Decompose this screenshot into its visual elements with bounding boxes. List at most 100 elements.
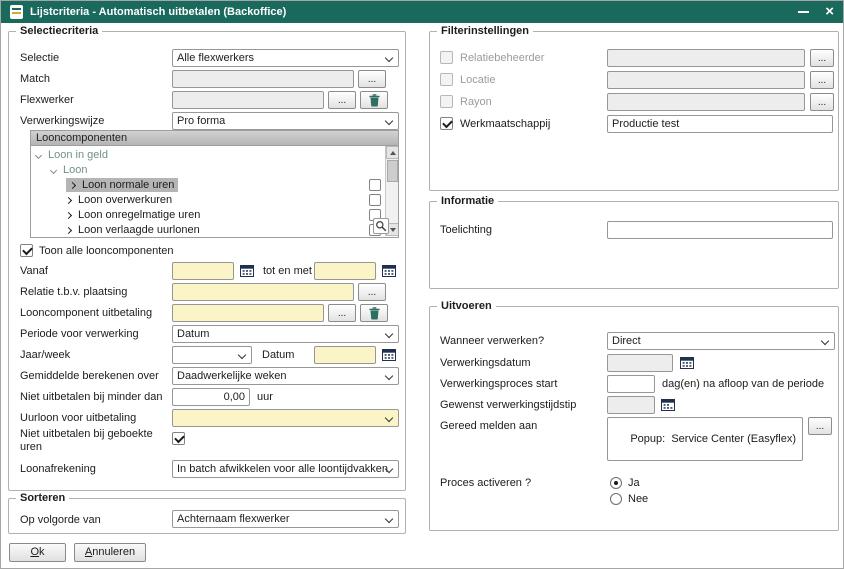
group-title-filterinstellingen: Filterinstellingen	[437, 25, 533, 37]
gemiddelde-dropdown[interactable]: Daadwerkelijke weken	[172, 367, 399, 385]
periode-verwerking-value: Datum	[177, 328, 209, 340]
proces-start-suffix-label: dag(en) na afloop van de periode	[662, 378, 824, 390]
proces-activeren-nee-radio[interactable]	[610, 493, 622, 505]
wanneer-verwerken-label: Wanneer verwerken?	[440, 335, 544, 347]
verwerkingsdatum-input[interactable]	[607, 354, 673, 372]
tree-item-loon-onregelmatige-uren[interactable]: Loon onregelmatige uren	[66, 208, 200, 222]
relatiebeheerder-checkbox[interactable]	[440, 51, 453, 64]
flexwerker-browse-button[interactable]: ...	[328, 91, 356, 109]
tree-item-loon-overwerkuren[interactable]: Loon overwerkuren	[66, 193, 172, 207]
volgorde-label: Op volgorde van	[20, 514, 101, 526]
close-icon[interactable]: ×	[825, 5, 834, 19]
chevron-right-icon	[65, 211, 72, 218]
tijdstip-input[interactable]	[607, 396, 655, 414]
tree-checkbox-loon-overwerkuren[interactable]	[369, 194, 381, 206]
rayon-browse-button[interactable]: ...	[810, 93, 834, 111]
gereed-melden-input[interactable]: Popup: Service Center (Easyflex)	[607, 417, 803, 461]
relatiebeheerder-browse-button[interactable]: ...	[810, 49, 834, 67]
tree-item-loon[interactable]: Loon	[51, 163, 87, 177]
titlebar[interactable]: Lijstcriteria - Automatisch uitbetalen (…	[1, 1, 843, 23]
relatie-plaatsing-label: Relatie t.b.v. plaatsing	[20, 286, 127, 298]
tijdstip-label: Gewenst verwerkingstijdstip	[440, 399, 576, 411]
vanaf-label: Vanaf	[20, 265, 48, 277]
looncomponent-uitbetaling-clear-button[interactable]	[360, 304, 388, 322]
scrollbar-thumb[interactable]	[387, 160, 398, 182]
uurloon-dropdown[interactable]	[172, 409, 399, 427]
locatie-input[interactable]	[607, 71, 805, 89]
toelichting-input[interactable]	[607, 221, 833, 239]
vanaf-from-calendar-icon[interactable]	[239, 263, 255, 278]
werkmaatschappij-input[interactable]: Productie test	[607, 115, 833, 133]
rayon-checkbox[interactable]	[440, 95, 453, 108]
ok-button[interactable]: Ok	[9, 543, 66, 562]
chevron-down-icon	[385, 372, 393, 380]
toon-alle-looncomponenten-label: Toon alle looncomponenten	[39, 245, 174, 257]
rayon-label: Rayon	[460, 96, 492, 108]
geboekte-uren-checkbox[interactable]	[172, 432, 185, 445]
tree-item-label: Loon in geld	[48, 149, 108, 161]
werkmaatschappij-checkbox[interactable]	[440, 117, 453, 130]
relatiebeheerder-input[interactable]	[607, 49, 805, 67]
tree-item-label: Loon verlaagde uurlonen	[78, 224, 200, 236]
flexwerker-input[interactable]	[172, 91, 324, 109]
selectie-dropdown[interactable]: Alle flexwerkers	[172, 49, 399, 67]
chevron-down-icon	[821, 337, 829, 345]
chevron-down-icon	[385, 515, 393, 523]
tijdstip-calendar-icon[interactable]	[660, 397, 676, 412]
geboekte-uren-label: Niet uitbetalen bij geboekte uren	[20, 428, 160, 454]
looncomponent-uitbetaling-input[interactable]	[172, 304, 324, 322]
proces-activeren-ja-radio[interactable]	[610, 477, 622, 489]
periode-verwerking-dropdown[interactable]: Datum	[172, 325, 399, 343]
relatiebeheerder-label: Relatiebeheerder	[460, 52, 544, 64]
window-title: Lijstcriteria - Automatisch uitbetalen (…	[30, 6, 286, 18]
proces-start-input[interactable]	[607, 375, 655, 393]
gereed-melden-browse-button[interactable]: ...	[808, 417, 832, 435]
tree-item-loon-in-geld[interactable]: Loon in geld	[36, 148, 108, 162]
locatie-browse-button[interactable]: ...	[810, 71, 834, 89]
locatie-label: Locatie	[460, 74, 495, 86]
vanaf-to-input[interactable]	[314, 262, 376, 280]
group-title-informatie: Informatie	[437, 195, 498, 207]
app-icon	[10, 5, 23, 19]
wanneer-verwerken-value: Direct	[612, 335, 641, 347]
relatie-plaatsing-browse-button[interactable]: ...	[358, 283, 386, 301]
verwerkingsdatum-calendar-icon[interactable]	[679, 355, 695, 370]
jaarweek-datum-input[interactable]	[314, 346, 376, 364]
loonafrekening-dropdown[interactable]: In batch afwikkelen voor alle loontijdva…	[172, 460, 399, 478]
group-title-sorteren: Sorteren	[16, 492, 69, 504]
volgorde-dropdown[interactable]: Achternaam flexwerker	[172, 510, 399, 528]
match-input[interactable]	[172, 70, 354, 88]
tree-item-loon-normale-uren[interactable]: Loon normale uren	[66, 178, 178, 192]
rayon-input[interactable]	[607, 93, 805, 111]
flexwerker-clear-button[interactable]	[360, 91, 388, 109]
jaarweek-calendar-icon[interactable]	[381, 347, 397, 362]
match-browse-button[interactable]: ...	[358, 70, 386, 88]
vanaf-from-input[interactable]	[172, 262, 234, 280]
annuleren-button[interactable]: Annuleren	[74, 543, 146, 562]
selectie-value: Alle flexwerkers	[177, 52, 254, 64]
chevron-down-icon	[50, 166, 57, 173]
jaarweek-dropdown[interactable]	[172, 346, 252, 364]
loonafrekening-value: In batch afwikkelen voor alle loontijdva…	[177, 463, 388, 475]
chevron-right-icon	[65, 226, 72, 233]
wanneer-verwerken-dropdown[interactable]: Direct	[607, 332, 835, 350]
verwerkingsdatum-label: Verwerkingsdatum	[440, 357, 531, 369]
proces-activeren-nee-label: Nee	[628, 493, 648, 505]
looncomponenten-header[interactable]: Looncomponenten	[30, 130, 399, 146]
tree-checkbox-loon-normale-uren[interactable]	[369, 179, 381, 191]
trash-icon	[369, 94, 380, 107]
tree-item-loon-verlaagde-uurlonen[interactable]: Loon verlaagde uurlonen	[66, 223, 200, 237]
relatie-plaatsing-input[interactable]	[172, 283, 354, 301]
looncomponent-uitbetaling-browse-button[interactable]: ...	[328, 304, 356, 322]
vanaf-to-calendar-icon[interactable]	[381, 263, 397, 278]
verwerkingswijze-dropdown[interactable]: Pro forma	[172, 112, 399, 130]
minimize-icon[interactable]	[798, 11, 809, 13]
minder-dan-input[interactable]: 0,00	[172, 388, 250, 406]
toon-alle-looncomponenten-checkbox[interactable]	[20, 244, 33, 257]
scroll-up-icon[interactable]	[386, 146, 399, 159]
tree-item-label: Loon	[63, 164, 87, 176]
looncomponenten-tree: Loon in geld Loon Loon normale uren Loon…	[30, 146, 399, 238]
locatie-checkbox[interactable]	[440, 73, 453, 86]
chevron-down-icon	[385, 414, 393, 422]
tree-item-label: Loon normale uren	[82, 179, 174, 191]
